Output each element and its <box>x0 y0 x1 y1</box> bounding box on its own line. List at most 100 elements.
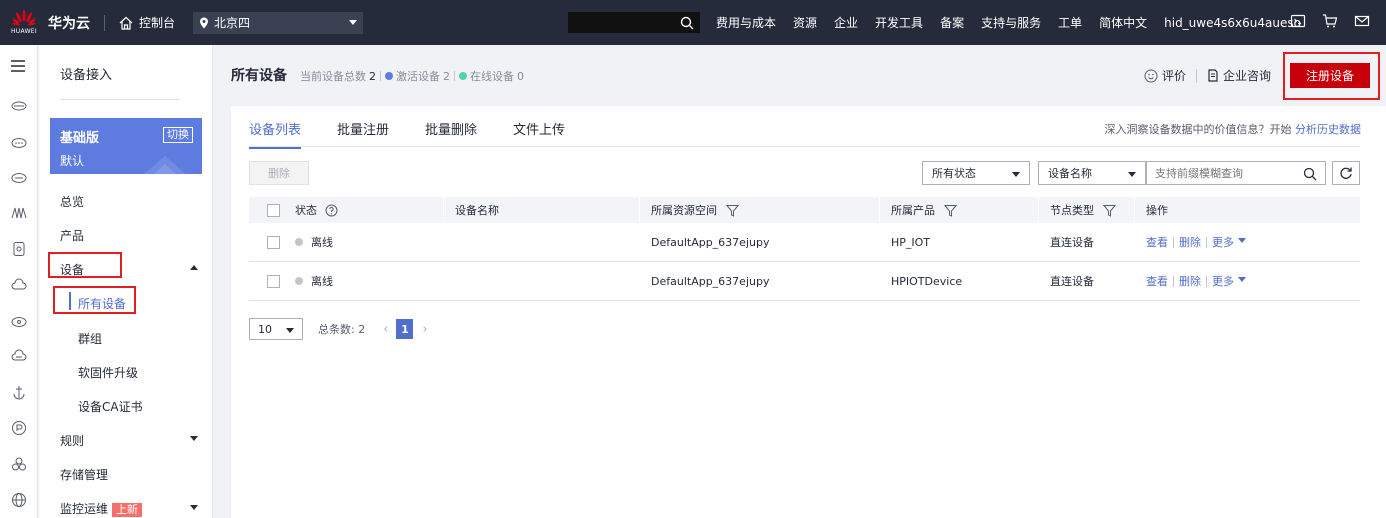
view-link[interactable]: 查看 <box>1146 234 1168 250</box>
cloud-service-icon[interactable] <box>11 169 27 185</box>
device-search-input[interactable] <box>1155 166 1295 180</box>
document-icon <box>1208 69 1218 82</box>
globe-icon[interactable] <box>11 492 27 508</box>
more-link[interactable]: 更多 <box>1212 234 1234 250</box>
switch-edition-button[interactable]: 切换 <box>163 127 193 143</box>
field-filter-select[interactable]: 设备名称 <box>1038 161 1146 185</box>
tab-batch-delete[interactable]: 批量删除 <box>425 119 477 149</box>
view-link[interactable]: 查看 <box>1146 273 1168 289</box>
chevron-down-icon <box>349 19 358 25</box>
menu-item-groups[interactable]: 群组 <box>78 330 102 347</box>
delete-button[interactable]: 删除 <box>249 161 309 185</box>
menu-item-overview[interactable]: 总览 <box>60 193 84 210</box>
row-checkbox[interactable] <box>267 262 280 300</box>
page-size-select[interactable]: 10 <box>249 318 303 340</box>
col-space: 所属资源空间 <box>651 197 739 223</box>
menu-item-products[interactable]: 产品 <box>60 227 84 244</box>
highlight-all-devices <box>53 286 136 314</box>
refresh-icon <box>1340 167 1352 179</box>
rate-button[interactable]: 评价 <box>1144 67 1186 84</box>
nav-cost[interactable]: 费用与成本 <box>716 14 776 31</box>
next-page-icon[interactable]: › <box>422 322 427 337</box>
nav-ticket[interactable]: 工单 <box>1058 14 1082 31</box>
huawei-logo[interactable]: HUAWEI <box>4 10 44 35</box>
terminal-icon[interactable] <box>1290 13 1306 29</box>
consult-button[interactable]: 企业咨询 <box>1207 67 1271 84</box>
nav-enterprise[interactable]: 企业 <box>834 14 858 31</box>
status-filter-select[interactable]: 所有状态 <box>922 161 1030 185</box>
checkbox[interactable] <box>267 203 280 217</box>
prev-page-icon[interactable]: ‹ <box>383 322 388 337</box>
insight-text: 深入洞察设备数据中的价值信息？开始 <box>1104 123 1292 136</box>
checkbox[interactable] <box>267 274 280 288</box>
delete-link[interactable]: 删除 <box>1179 273 1201 289</box>
top-icons <box>1290 13 1370 29</box>
tab-device-list[interactable]: 设备列表 <box>249 119 302 149</box>
chevron-down-icon[interactable] <box>1238 237 1246 243</box>
header-actions: 评价 企业咨询 <box>1144 67 1271 84</box>
cloud-icon[interactable] <box>11 277 27 293</box>
top-navbar: HUAWEI 华为云 控制台 北京四 费用与成本 资源 企业 开发工具 备案 支… <box>0 0 1386 45</box>
menu-item-ca-cert[interactable]: 设备CA证书 <box>78 398 143 415</box>
analyze-history-link[interactable]: 分析历史数据 <box>1295 123 1361 136</box>
menu-title: 设备接入 <box>60 68 113 83</box>
row-checkbox[interactable] <box>267 223 280 261</box>
help-icon[interactable] <box>325 204 338 217</box>
filter-icon[interactable] <box>1103 204 1116 217</box>
cloud-icon[interactable] <box>11 348 27 364</box>
search-icon[interactable] <box>1303 167 1317 181</box>
nav-resources[interactable]: 资源 <box>793 14 817 31</box>
filter-icon[interactable] <box>726 204 739 217</box>
insight-hint: 深入洞察设备数据中的价值信息？开始 分析历史数据 <box>1105 121 1362 137</box>
delete-link[interactable]: 删除 <box>1179 234 1201 250</box>
region-select[interactable]: 北京四 <box>193 11 364 34</box>
offline-dot <box>295 277 303 285</box>
nav-language[interactable]: 简体中文 <box>1099 14 1147 31</box>
nav-icp[interactable]: 备案 <box>940 14 964 31</box>
region-label: 北京四 <box>214 16 251 30</box>
status-text: 离线 <box>311 275 333 288</box>
refresh-button[interactable] <box>1332 161 1360 185</box>
anchor-icon[interactable] <box>11 384 27 400</box>
cluster-icon[interactable] <box>11 456 27 472</box>
page-title: 所有设备 <box>231 68 287 84</box>
chevron-down-icon[interactable] <box>1238 276 1246 282</box>
menu-item-rules[interactable]: 规则 <box>60 432 84 449</box>
current-page[interactable]: 1 <box>396 319 414 339</box>
device-icon[interactable] <box>11 241 27 257</box>
column-divider <box>1134 197 1135 223</box>
checkbox[interactable] <box>267 235 280 249</box>
user-account[interactable]: hid_uwe4s6x6u4aueso <box>1164 16 1301 30</box>
search-icon[interactable] <box>680 16 694 30</box>
cloud-service-icon[interactable] <box>11 97 27 113</box>
consult-label: 企业咨询 <box>1223 69 1272 83</box>
brand-name[interactable]: 华为云 <box>48 13 90 33</box>
select-all-checkbox[interactable] <box>267 197 280 223</box>
tab-file-upload[interactable]: 文件上传 <box>513 119 565 149</box>
tab-batch-register[interactable]: 批量注册 <box>337 119 389 149</box>
cloud-icon[interactable] <box>11 313 27 329</box>
online-dot <box>459 72 467 80</box>
chevron-down-icon[interactable] <box>190 505 198 510</box>
cloud-service-icon[interactable] <box>11 134 27 150</box>
side-menu: 设备接入 基础版 默认 切换 总览 产品 设备 所有设备 群组 软固件升级 设备… <box>39 45 213 518</box>
console-link[interactable]: 控制台 <box>119 14 175 31</box>
cart-icon[interactable] <box>1322 13 1338 29</box>
menu-item-firmware[interactable]: 软固件升级 <box>78 364 138 381</box>
hamburger-menu-icon[interactable] <box>9 57 27 75</box>
menu-item-monitor[interactable]: 监控运维 上新 <box>60 500 143 517</box>
logo-text: HUAWEI <box>11 28 37 35</box>
chevron-up-icon[interactable] <box>190 265 198 270</box>
nav-dev-tools[interactable]: 开发工具 <box>875 14 923 31</box>
nav-support[interactable]: 支持与服务 <box>981 14 1041 31</box>
menu-item-storage[interactable]: 存储管理 <box>60 466 108 483</box>
more-link[interactable]: 更多 <box>1212 273 1234 289</box>
chevron-down-icon[interactable] <box>190 436 198 441</box>
register-device-button[interactable]: 注册设备 <box>1290 63 1370 88</box>
waveform-icon[interactable] <box>11 205 27 221</box>
mail-icon[interactable] <box>1354 13 1370 29</box>
global-search[interactable] <box>568 12 700 33</box>
circle-p-icon[interactable] <box>11 420 27 436</box>
status-text: 离线 <box>311 236 333 249</box>
filter-icon[interactable] <box>944 204 957 217</box>
